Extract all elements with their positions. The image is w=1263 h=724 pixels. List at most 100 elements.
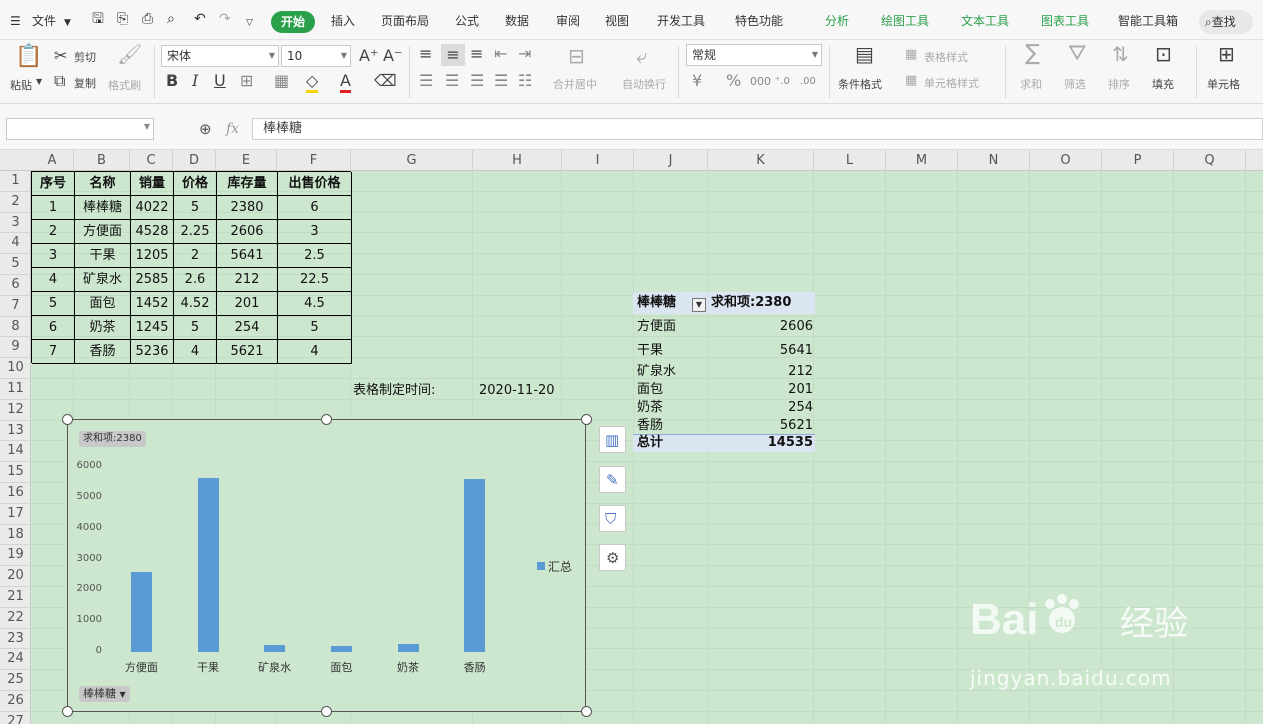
pivot-item-name[interactable]: 方便面 [637,318,676,336]
merge-center-icon[interactable]: ⊟ [568,46,585,66]
column-header-j[interactable]: J [634,150,708,171]
paste-icon[interactable]: 📋 [15,46,42,68]
percent-icon[interactable]: % [726,73,741,89]
chart-elements-button[interactable]: ▥ [599,426,626,453]
table-cell[interactable]: 1452 [131,292,174,316]
row-header-23[interactable]: 23 [0,629,31,650]
format-painter-icon[interactable]: 🖌 [117,44,142,64]
row-header-19[interactable]: 19 [0,545,31,567]
save-icon[interactable]: 🖫 [92,10,104,28]
bar-4[interactable] [397,644,419,652]
column-header-a[interactable]: A [31,150,74,171]
row-header-5[interactable]: 5 [0,254,31,275]
pivot-item-value[interactable]: 254 [733,399,813,417]
row-header-20[interactable]: 20 [0,566,31,587]
redo-icon[interactable]: ↷ [219,10,231,28]
chart-style-button[interactable]: ✎ [599,466,626,493]
filter-icon[interactable]: ⛛ [1068,43,1086,65]
pivot-value-field[interactable]: 求和项:2380 [711,294,791,312]
print-icon[interactable]: ⎙ [142,10,153,28]
table-cell[interactable]: 4 [278,340,352,364]
column-header-f[interactable]: F [277,150,351,171]
increase-font-icon[interactable]: A⁺ [359,48,378,64]
thousands-icon[interactable]: 000 [750,74,771,90]
row-header-16[interactable]: 16 [0,483,31,504]
table-header-cell[interactable]: 名称 [75,172,131,196]
table-cell[interactable]: 矿泉水 [75,268,131,292]
resize-handle-b[interactable] [321,706,332,717]
fill-color-icon[interactable]: ◇ [306,71,319,93]
tab-page-layout[interactable]: 页面布局 [381,12,429,30]
sort-icon[interactable]: ⇅ [1112,44,1129,64]
table-cell[interactable]: 5641 [217,244,278,268]
table-cell[interactable]: 5 [174,316,217,340]
zoom-icon[interactable]: ⊕ [199,120,212,138]
wrap-text-icon[interactable]: ⤶ [636,46,647,66]
pivot-item-value[interactable]: 5621 [733,417,813,435]
resize-handle-br[interactable] [581,706,592,717]
column-header-p[interactable]: P [1102,150,1174,171]
note-label[interactable]: 表格制定时间: [353,382,435,400]
row-header-22[interactable]: 22 [0,608,31,629]
column-header-k[interactable]: K [708,150,814,171]
row-header-17[interactable]: 17 [0,504,31,525]
column-header-e[interactable]: E [216,150,277,171]
table-cell[interactable]: 3 [278,220,352,244]
table-cell[interactable]: 5 [174,196,217,220]
hamburger-icon[interactable]: ☰ [10,12,21,30]
resize-handle-tr[interactable] [581,414,592,425]
row-header-24[interactable]: 24 [0,649,31,671]
column-header-n[interactable]: N [958,150,1030,171]
table-cell[interactable]: 4.5 [278,292,352,316]
chart-filter-button[interactable]: ⛉ [599,505,626,532]
table-cell[interactable]: 4528 [131,220,174,244]
row-header-2[interactable]: 2 [0,192,31,213]
table-cell[interactable]: 5236 [131,340,174,364]
bar-5[interactable] [464,478,486,652]
resize-handle-bl[interactable] [62,706,73,717]
table-cell[interactable]: 212 [217,268,278,292]
italic-icon[interactable]: I [192,73,198,89]
font-color-icon[interactable]: A [340,71,351,93]
cell-button[interactable]: 单元格 [1207,76,1240,92]
table-cell[interactable]: 2.25 [174,220,217,244]
column-header-o[interactable]: O [1030,150,1102,171]
clear-format-icon[interactable]: ⌫ [374,73,397,89]
sort-button[interactable]: 排序 [1108,76,1130,92]
tab-data[interactable]: 数据 [505,12,529,30]
pivot-item-name[interactable]: 奶茶 [637,399,663,417]
pivot-item-value[interactable]: 2606 [733,318,813,336]
chevron-down-icon[interactable]: ▼ [64,14,71,32]
tab-analyze[interactable]: 分析 [825,12,849,30]
row-header-3[interactable]: 3 [0,213,31,234]
row-header-7[interactable]: 7 [0,296,31,317]
paste-button[interactable]: 粘贴 [10,77,32,93]
fx-icon[interactable]: fx [226,121,239,137]
cut-icon[interactable]: ✂ [54,48,67,64]
row-header-27[interactable]: 27 [0,712,31,724]
tab-smart-toolbox[interactable]: 智能工具箱 [1118,12,1178,30]
tab-review[interactable]: 审阅 [556,12,580,30]
table-cell[interactable]: 22.5 [278,268,352,292]
pivot-row-field[interactable]: 棒棒糖 [637,294,676,312]
table-cell[interactable]: 2585 [131,268,174,292]
tab-start[interactable]: 开始 [271,11,315,33]
column-header-d[interactable]: D [173,150,216,171]
row-header-6[interactable]: 6 [0,275,31,296]
quick-access-dropdown-icon[interactable]: ▽ [246,14,253,32]
decrease-font-icon[interactable]: A⁻ [383,48,402,64]
cut-button[interactable]: 剪切 [74,49,96,65]
table-cell[interactable]: 7 [32,340,75,364]
fill-button[interactable]: 填充 [1152,76,1174,92]
conditional-format-icon[interactable]: ▤ [855,44,874,64]
align-bottom-icon[interactable]: ≡ [470,46,483,62]
column-header-l[interactable]: L [814,150,886,171]
tab-text-tools[interactable]: 文本工具 [961,12,1009,30]
pivot-item-value[interactable]: 212 [733,363,813,381]
cell-icon[interactable]: ⊞ [1218,44,1235,64]
tab-view[interactable]: 视图 [605,12,629,30]
bar-2[interactable] [264,645,286,652]
row-header-12[interactable]: 12 [0,400,31,421]
resize-handle-tl[interactable] [62,414,73,425]
copy-icon[interactable]: ⧉ [54,73,65,89]
